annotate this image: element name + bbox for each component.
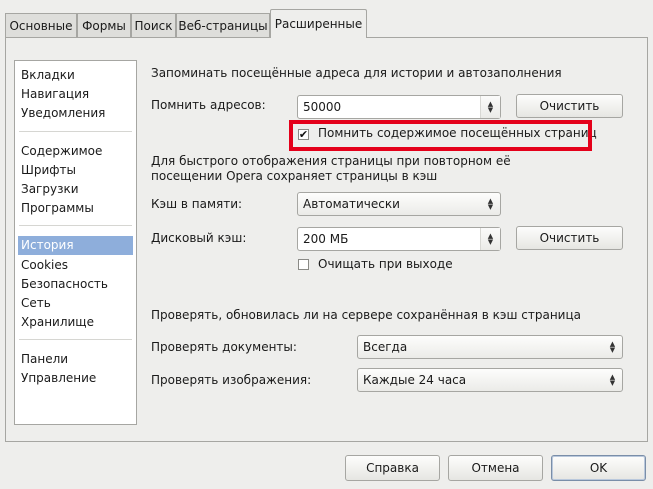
sidebar-separator [19, 339, 132, 340]
check-documents-value: Всегда [363, 340, 408, 354]
memory-cache-select[interactable]: Автоматически ▲ ▼ [297, 192, 501, 216]
clear-on-exit-label[interactable]: Очищать при выходе [318, 257, 453, 271]
clear-on-exit-checkbox[interactable] [298, 259, 309, 270]
clear-history-button-label: Очистить [539, 99, 600, 113]
clear-disk-cache-button[interactable]: Очистить [516, 226, 623, 250]
checkmark-icon: ✔ [298, 128, 309, 141]
sidebar-separator [19, 131, 132, 132]
tab-webpages[interactable]: Веб-страницы [176, 13, 270, 37]
sidebar-item-network[interactable]: Сеть [18, 294, 133, 313]
remember-content-label[interactable]: Помнить содержимое посещённых страниц [318, 126, 597, 140]
ok-button-label: OK [589, 461, 608, 475]
tab-advanced-label: Расширенные [274, 17, 363, 31]
check-section-title: Проверять, обновилась ли на сервере сохр… [151, 308, 581, 322]
check-images-label: Проверять изображения: [151, 373, 312, 387]
cache-description-line1: Для быстрого отображения страницы при по… [151, 154, 511, 168]
sidebar-item-tabs[interactable]: Вкладки [18, 66, 133, 85]
remember-content-checkbox[interactable]: ✔ [298, 129, 309, 140]
tab-basic[interactable]: Основные [5, 13, 77, 37]
check-documents-label: Проверять документы: [151, 340, 297, 354]
sidebar-item-downloads[interactable]: Загрузки [18, 180, 133, 199]
remember-addresses-spinner[interactable]: 50000 ▲ ▼ [297, 95, 501, 119]
disk-cache-value: 200 МБ [303, 232, 349, 246]
sidebar-item-navigation[interactable]: Навигация [18, 85, 133, 104]
sidebar-item-fonts[interactable]: Шрифты [18, 161, 133, 180]
sidebar-item-security[interactable]: Безопасность [18, 275, 133, 294]
sidebar-item-panels[interactable]: Панели [18, 350, 133, 369]
tab-advanced[interactable]: Расширенные [270, 9, 367, 38]
help-button[interactable]: Справка [345, 455, 440, 481]
tab-search-label: Поиск [134, 18, 173, 33]
sidebar-item-content[interactable]: Содержимое [18, 142, 133, 161]
check-images-value: Каждые 24 часа [363, 373, 467, 387]
memory-cache-label: Кэш в памяти: [151, 197, 243, 211]
check-documents-select[interactable]: Всегда ▲ ▼ [357, 335, 623, 359]
sidebar-separator [19, 225, 132, 226]
tab-webpages-label: Веб-страницы [178, 18, 268, 33]
clear-disk-cache-button-label: Очистить [539, 231, 600, 245]
sidebar-item-cookies[interactable]: Cookies [18, 256, 133, 275]
remember-addresses-label: Помнить адресов: [151, 98, 266, 112]
disk-cache-spinner[interactable]: 200 МБ ▲ ▼ [297, 227, 501, 251]
tab-forms[interactable]: Формы [77, 13, 131, 37]
select-arrows-icon: ▲ ▼ [609, 373, 616, 387]
memory-cache-value: Автоматически [303, 197, 400, 211]
clear-history-button[interactable]: Очистить [516, 94, 623, 118]
help-button-label: Справка [366, 461, 419, 475]
history-section-title: Запоминать посещённые адреса для истории… [151, 66, 562, 80]
select-arrows-icon: ▲ ▼ [487, 197, 494, 211]
spin-arrows-icon[interactable]: ▲ ▼ [480, 228, 500, 250]
sidebar-list[interactable]: Вкладки Навигация Уведомления Содержимое… [14, 60, 137, 425]
cache-description-line2: посещении Opera сохраняет страницы в кэш [151, 169, 438, 183]
ok-button[interactable]: OK [551, 455, 646, 481]
tab-forms-label: Формы [82, 18, 126, 33]
sidebar-item-management[interactable]: Управление [18, 369, 133, 388]
disk-cache-label: Дисковый кэш: [151, 231, 247, 245]
cancel-button[interactable]: Отмена [448, 455, 543, 481]
sidebar-item-notifications[interactable]: Уведомления [18, 104, 133, 123]
tab-basic-label: Основные [9, 18, 73, 33]
check-images-select[interactable]: Каждые 24 часа ▲ ▼ [357, 368, 623, 392]
remember-addresses-value: 50000 [303, 100, 342, 114]
sidebar-item-storage[interactable]: Хранилище [18, 313, 133, 332]
tab-search[interactable]: Поиск [131, 13, 176, 37]
cancel-button-label: Отмена [471, 461, 520, 475]
select-arrows-icon: ▲ ▼ [609, 340, 616, 354]
sidebar-item-history[interactable]: История [18, 236, 133, 255]
spin-arrows-icon[interactable]: ▲ ▼ [480, 96, 500, 118]
sidebar-item-programs[interactable]: Программы [18, 199, 133, 218]
